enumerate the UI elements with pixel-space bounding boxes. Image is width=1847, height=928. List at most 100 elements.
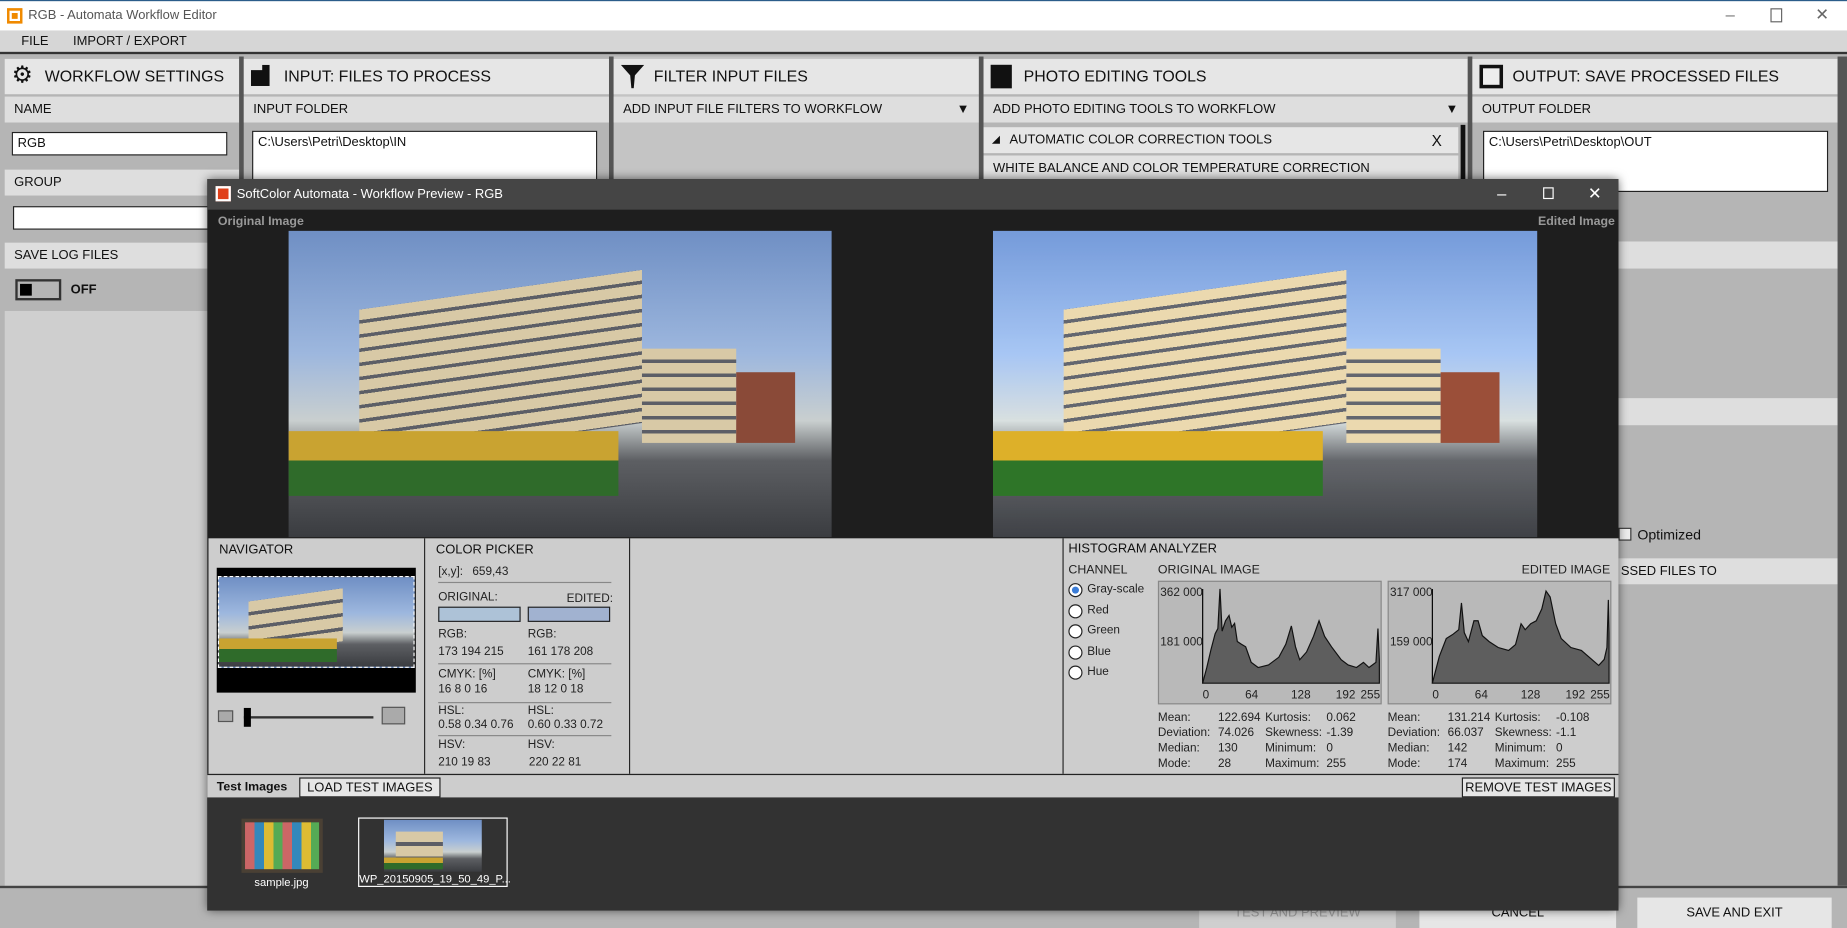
- save-and-exit-button[interactable]: SAVE AND EXIT: [1637, 897, 1832, 928]
- zoom-out-image-icon[interactable]: [217, 710, 234, 723]
- app-logo-icon: [7, 8, 23, 24]
- document-icon: [250, 64, 270, 86]
- x-tick-label: 192: [1335, 689, 1356, 703]
- zoom-slider-track[interactable]: [243, 716, 374, 719]
- close-button[interactable]: ✕: [1815, 5, 1829, 25]
- close-button[interactable]: ✕: [1588, 184, 1602, 204]
- stat-label: Median:: [1387, 742, 1430, 756]
- chevron-down-icon: ▼: [1445, 102, 1459, 117]
- input-folder-label: INPUT FOLDER: [243, 96, 609, 123]
- channel-radio-red[interactable]: [1068, 603, 1083, 618]
- test-image-thumbnail-selected[interactable]: WP_20150905_19_50_49_P...: [358, 817, 511, 887]
- hsv-label: HSV:: [438, 738, 466, 752]
- minimize-button[interactable]: –: [1497, 184, 1506, 203]
- rgb-label: RGB:: [527, 627, 557, 641]
- navigator-panel: NAVIGATOR: [208, 538, 426, 774]
- histogram-title: HISTOGRAM ANALYZER: [1068, 541, 1217, 556]
- color-picker-panel: COLOR PICKER [x,y]: 659,43 ORIGINAL: EDI…: [425, 538, 631, 774]
- tool-item[interactable]: WHITE BALANCE AND COLOR TEMPERATURE CORR…: [983, 155, 1459, 182]
- channel-radio-gray-scale[interactable]: [1068, 583, 1083, 598]
- hsv-label: HSV:: [527, 738, 555, 752]
- stat-value: 0: [1326, 742, 1333, 756]
- channel-label: Red: [1087, 603, 1109, 617]
- original-image-label: Original Image: [217, 214, 304, 229]
- zoom-in-image-icon[interactable]: [381, 706, 406, 725]
- empty-panel: [630, 538, 1064, 774]
- rgb-label: RGB:: [438, 627, 467, 641]
- channel-radio-green[interactable]: [1068, 624, 1083, 639]
- stat-label: Mode:: [1387, 757, 1421, 771]
- test-image-name: sample.jpg: [254, 876, 309, 890]
- stat-label: Minimum:: [1494, 742, 1546, 756]
- column-title: INPUT: FILES TO PROCESS: [283, 67, 491, 85]
- stat-value: 130: [1217, 742, 1238, 756]
- x-tick-label: 255: [1590, 689, 1610, 703]
- stat-label: Kurtosis:: [1265, 711, 1311, 725]
- stat-value: 0.062: [1326, 711, 1356, 725]
- stat-value: 174: [1447, 757, 1468, 771]
- xy-label: [x,y]:: [438, 565, 464, 579]
- dropdown-label: ADD INPUT FILE FILTERS TO WORKFLOW: [623, 102, 883, 117]
- original-cmyk: 16 8 0 16: [438, 683, 488, 697]
- output-folder-label: OUTPUT FOLDER: [1472, 96, 1838, 123]
- stat-label: Deviation:: [1387, 726, 1440, 740]
- stat-value: -0.108: [1556, 711, 1590, 725]
- navigator-frame: [216, 567, 416, 693]
- workflow-preview-window: SoftColor Automata - Workflow Preview - …: [207, 179, 1619, 911]
- navigator-title: NAVIGATOR: [219, 543, 294, 558]
- column-title: FILTER INPUT FILES: [653, 67, 808, 85]
- save-log-label: SAVE LOG FILES: [4, 242, 240, 269]
- test-images-label: Test Images: [216, 779, 288, 794]
- tool-group-header[interactable]: ◢ AUTOMATIC COLOR CORRECTION TOOLS X: [983, 127, 1459, 154]
- optimized-checkbox[interactable]: [1618, 527, 1632, 541]
- menu-import-export[interactable]: IMPORT / EXPORT: [73, 34, 187, 48]
- stat-value: -1.1: [1556, 726, 1577, 740]
- stat-label: Skewness:: [1265, 726, 1323, 740]
- hsl-label: HSL:: [527, 704, 554, 718]
- group-input[interactable]: [12, 206, 229, 230]
- add-tool-dropdown[interactable]: ADD PHOTO EDITING TOOLS TO WORKFLOW ▼: [983, 96, 1468, 123]
- edited-image[interactable]: [992, 230, 1538, 538]
- add-filter-dropdown[interactable]: ADD INPUT FILE FILTERS TO WORKFLOW ▼: [613, 96, 979, 123]
- zoom-slider-handle[interactable]: [243, 707, 251, 727]
- stat-label: Deviation:: [1157, 726, 1211, 740]
- edited-histogram: 317 000 159 000 0 64 128 192 255: [1387, 580, 1612, 705]
- minimize-button[interactable]: –: [1726, 5, 1735, 24]
- test-images-bar: Test Images LOAD TEST IMAGES REMOVE TEST…: [207, 773, 1619, 798]
- x-tick-label: 192: [1565, 689, 1586, 703]
- x-tick-label: 64: [1474, 689, 1488, 703]
- column-title: OUTPUT: SAVE PROCESSED FILES: [1512, 67, 1780, 85]
- name-input[interactable]: RGB: [11, 131, 228, 156]
- edited-rgb: 161 178 208: [527, 645, 594, 659]
- y-max-label: 362 000: [1160, 586, 1203, 600]
- remove-test-images-button[interactable]: REMOVE TEST IMAGES: [1461, 777, 1615, 798]
- test-image-thumbnail[interactable]: [241, 818, 323, 873]
- sliders-icon: [990, 64, 1012, 89]
- input-header: INPUT: FILES TO PROCESS: [243, 58, 609, 95]
- stat-label: Mean:: [1157, 711, 1191, 725]
- load-test-images-button[interactable]: LOAD TEST IMAGES: [299, 777, 441, 798]
- original-label: ORIGINAL:: [438, 591, 498, 605]
- save-log-toggle[interactable]: [15, 279, 62, 301]
- channel-label: Gray-scale: [1087, 583, 1145, 597]
- edited-label: EDITED:: [566, 592, 614, 606]
- preview-title: SoftColor Automata - Workflow Preview - …: [236, 187, 503, 202]
- channel-label: Hue: [1087, 665, 1109, 679]
- x-tick-label: 128: [1291, 689, 1311, 703]
- channel-radio-blue[interactable]: [1068, 644, 1083, 660]
- original-rgb: 173 194 215: [438, 645, 504, 659]
- original-image[interactable]: [288, 230, 832, 538]
- channel-label: CHANNEL: [1068, 563, 1128, 578]
- channel-radio-hue[interactable]: [1068, 665, 1083, 680]
- maximize-button[interactable]: [1770, 8, 1783, 23]
- navigator-thumbnail[interactable]: [217, 576, 415, 668]
- edited-image-label: Edited Image: [1537, 214, 1615, 229]
- stat-value: 131.214: [1447, 711, 1491, 725]
- app-titlebar: RGB - Automata Workflow Editor – ✕: [0, 0, 1847, 31]
- maximize-button[interactable]: [1543, 187, 1554, 200]
- original-histogram-label: ORIGINAL IMAGE: [1157, 563, 1260, 578]
- remove-group-button[interactable]: X: [1432, 132, 1442, 150]
- menu-file[interactable]: FILE: [21, 34, 48, 48]
- x-tick-label: 0: [1432, 689, 1439, 703]
- stat-label: Skewness:: [1494, 726, 1552, 740]
